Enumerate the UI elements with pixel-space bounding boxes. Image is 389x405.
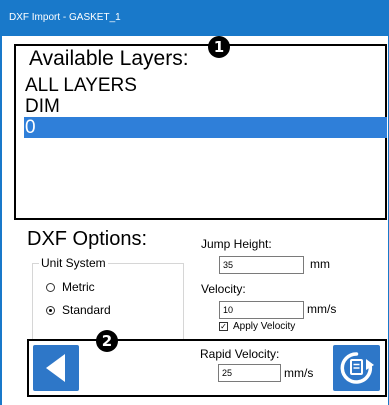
rapid-velocity-label: Rapid Velocity: [200,347,280,361]
window-title: DXF Import - GASKET_1 [9,12,121,23]
title-bar: DXF Import - GASKET_1 [0,0,389,36]
standard-label: Standard [62,303,111,317]
refresh-document-icon [340,352,374,384]
apply-velocity-label: Apply Velocity [233,321,296,332]
layer-item-0[interactable]: 0 [24,117,387,138]
layer-item-dim[interactable]: DIM [24,96,387,117]
apply-velocity-row[interactable]: ✓ Apply Velocity [219,321,295,332]
apply-velocity-checkbox[interactable]: ✓ [219,322,228,331]
layer-item-all-layers[interactable]: ALL LAYERS [24,75,387,96]
layer-list: ALL LAYERS DIM 0 [24,75,387,138]
dxf-options-heading: DXF Options: [27,228,148,250]
apply-button[interactable] [333,345,380,391]
velocity-input[interactable] [219,301,304,319]
window-border-left [0,36,2,405]
rapid-velocity-unit: mm/s [284,366,314,380]
metric-radio-row[interactable]: Metric [46,280,95,294]
metric-label: Metric [62,280,95,294]
available-layers-heading: Available Layers: [29,47,189,70]
velocity-unit: mm/s [307,302,337,316]
jump-height-unit: mm [310,257,330,271]
jump-height-label: Jump Height: [201,237,272,251]
velocity-label: Velocity: [201,282,246,296]
callout-badge-2: 2 [96,330,118,352]
standard-radio[interactable] [46,305,55,315]
unit-system-legend: Unit System [39,256,108,271]
triangle-left-icon [46,354,65,382]
standard-radio-row[interactable]: Standard [46,303,111,317]
back-button[interactable] [33,345,79,391]
callout-badge-1: 1 [208,36,230,58]
jump-height-input[interactable] [219,256,304,274]
metric-radio[interactable] [46,282,55,292]
rapid-velocity-input[interactable] [218,364,281,382]
